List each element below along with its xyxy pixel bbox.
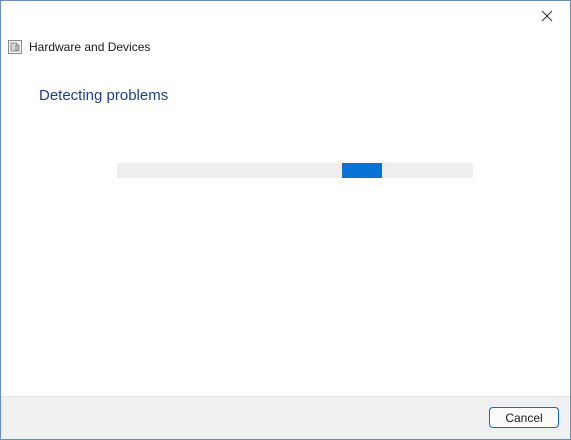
troubleshooter-window: Hardware and Devices Detecting problems … (0, 0, 571, 440)
close-button[interactable] (524, 1, 570, 31)
footer-bar: Cancel (1, 396, 570, 439)
progress-bar (117, 163, 473, 178)
cancel-button[interactable]: Cancel (489, 407, 559, 428)
window-title: Hardware and Devices (29, 40, 151, 54)
progress-indicator (342, 163, 382, 178)
page-heading: Detecting problems (39, 87, 169, 104)
wizard-title-bar: Hardware and Devices (8, 38, 150, 56)
close-icon (541, 10, 553, 22)
troubleshooter-icon (8, 40, 22, 54)
